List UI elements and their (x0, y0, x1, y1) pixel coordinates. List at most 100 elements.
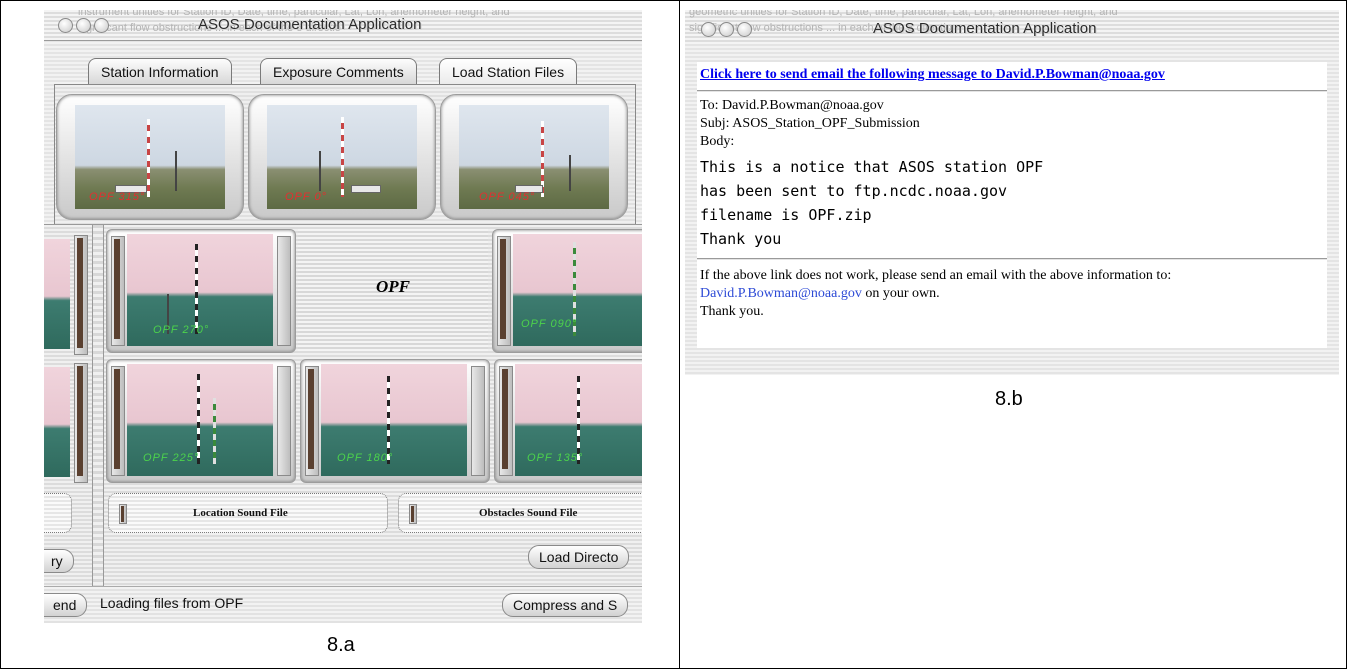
status-message: Loading files from OPF (100, 595, 244, 611)
body-line: Thank you (700, 230, 782, 248)
frame-slider (277, 366, 291, 476)
frame-slider (277, 236, 291, 346)
slider-fill (114, 369, 120, 469)
photo-direction-label: OPF 135° (527, 452, 584, 464)
slider-track[interactable] (74, 235, 88, 355)
tower-pole (577, 376, 580, 464)
frame-slider (305, 366, 319, 476)
station-code: OPF (376, 277, 410, 296)
photo-thumbnail-045[interactable]: OPF 045° (440, 94, 628, 220)
slider-fill (77, 366, 83, 476)
divider-column (92, 225, 104, 587)
sound-level-meter (409, 504, 417, 524)
photo-direction-label: OPF 0° (285, 191, 327, 203)
tower-pole (387, 376, 390, 464)
minimize-window-button[interactable] (719, 22, 734, 37)
photo-thumbnail-135[interactable]: OPF 135° (494, 359, 642, 483)
photo-direction-label: OPF 315° (89, 191, 146, 203)
tower-pole (197, 374, 200, 464)
fallback-instructions: If the above link does not work, please … (700, 268, 1172, 283)
photo-direction-label: OPF 090° (521, 318, 578, 330)
window-title: ASOS Documentation Application (198, 16, 422, 33)
photo-thumbnail-090[interactable]: OPF 090° (492, 229, 642, 353)
body-line: has been sent to ftp.ncdc.noaa.gov (700, 182, 1008, 200)
compress-and-send-button[interactable]: Compress and S (502, 593, 629, 617)
email-message-panel: Click here to send email the following m… (697, 62, 1327, 348)
send-button[interactable]: end (44, 593, 88, 617)
station-photo: OPF 315° (75, 105, 225, 209)
photo-thumbnail-180[interactable]: OPF 180° (300, 359, 490, 483)
photo-thumbnail-0[interactable]: OPF 0° (248, 94, 436, 220)
slider-fill (114, 239, 120, 339)
body-line: This is a notice that ASOS station OPF (700, 158, 1044, 176)
slider-fill (308, 369, 314, 469)
window-title: ASOS Documentation Application (873, 20, 1097, 37)
tower-pole-2 (213, 398, 216, 464)
location-sound-file-button[interactable]: Location Sound File (108, 493, 388, 533)
divider (697, 90, 1327, 92)
station-photo: OPF 225° (127, 364, 273, 476)
asos-app-window-b: geometric unities for Station ID, Date, … (685, 10, 1339, 375)
divider (697, 258, 1327, 260)
location-sound-label: Location Sound File (193, 507, 288, 519)
photo-thumbnail-315[interactable]: OPF 315° (56, 94, 244, 220)
sound-level-fill (411, 506, 414, 522)
zoom-window-button[interactable] (737, 22, 752, 37)
frame-slider (499, 366, 513, 476)
station-photo: OPF 045° (459, 105, 609, 209)
close-window-button[interactable] (58, 18, 73, 33)
left-sound-button-fragment[interactable] (44, 493, 72, 533)
slider-fill (77, 238, 83, 348)
sensor-boxes (351, 185, 381, 193)
left-photo-fragment (44, 239, 70, 349)
tab-exposure-comments[interactable]: Exposure Comments (260, 58, 417, 85)
station-photo: OPF 180° (321, 364, 467, 476)
close-window-button[interactable] (701, 22, 716, 37)
caption-8b: 8.b (995, 388, 1023, 410)
fallback-email-address[interactable]: David.P.Bowman@noaa.gov (700, 286, 862, 301)
tab-load-station-files[interactable]: Load Station Files (439, 58, 578, 85)
fallback-own-text: on your own. (861, 286, 940, 301)
sensor-mast (175, 151, 177, 191)
tab-station-information[interactable]: Station Information (88, 58, 232, 85)
caption-8a: 8.a (327, 634, 355, 656)
photo-thumbnail-270[interactable]: OPF 270° (106, 229, 296, 353)
title-bar: instrument unities for Station ID, Date,… (44, 10, 642, 41)
tower-pole (147, 119, 150, 197)
sensor-mast (319, 151, 321, 191)
left-photo-fragment-2 (44, 367, 70, 477)
send-email-link[interactable]: Click here to send email the following m… (700, 67, 1165, 83)
photo-direction-label: OPF 180° (337, 452, 394, 464)
thank-you-line: Thank you. (700, 304, 764, 319)
station-code-display: OPF (298, 229, 488, 351)
photo-thumbnail-225[interactable]: OPF 225° (106, 359, 296, 483)
photo-direction-label: OPF 045° (479, 191, 536, 203)
load-directory-button[interactable]: Load Directo (528, 545, 630, 569)
photo-direction-label: OPF 270° (153, 324, 210, 336)
sound-level-fill (121, 506, 124, 522)
frame-slider (497, 236, 511, 346)
sensor-mast (569, 155, 571, 191)
to-line: To: David.P.Bowman@noaa.gov (700, 98, 884, 113)
choose-directory-button[interactable]: ry (44, 549, 74, 573)
frame-slider (111, 366, 125, 476)
status-row: end Loading files from OPF Compress and … (44, 586, 642, 623)
slider-fill (500, 239, 506, 339)
slider-fill (502, 369, 508, 469)
asos-app-window-a: instrument unities for Station ID, Date,… (44, 10, 642, 623)
station-photo: OPF 090° (513, 234, 642, 346)
sound-level-meter (119, 504, 127, 524)
fallback-email-line: David.P.Bowman@noaa.gov on your own. (700, 286, 940, 302)
obstacles-sound-file-button[interactable]: Obstacles Sound File (398, 493, 642, 533)
subject-line: Subj: ASOS_Station_OPF_Submission (700, 116, 920, 131)
frame-slider (111, 236, 125, 346)
photo-direction-label: OPF 225° (143, 452, 200, 464)
minimize-window-button[interactable] (76, 18, 91, 33)
body-line: filename is OPF.zip (700, 206, 872, 224)
tower-pole (195, 244, 198, 334)
photo-grid-window: OPF 270° OPF OPF 090° OPF 225° OPF 180° … (44, 224, 642, 587)
station-photo: OPF 0° (267, 105, 417, 209)
slider-track[interactable] (74, 363, 88, 483)
obstacles-sound-label: Obstacles Sound File (479, 507, 578, 519)
zoom-window-button[interactable] (94, 18, 109, 33)
